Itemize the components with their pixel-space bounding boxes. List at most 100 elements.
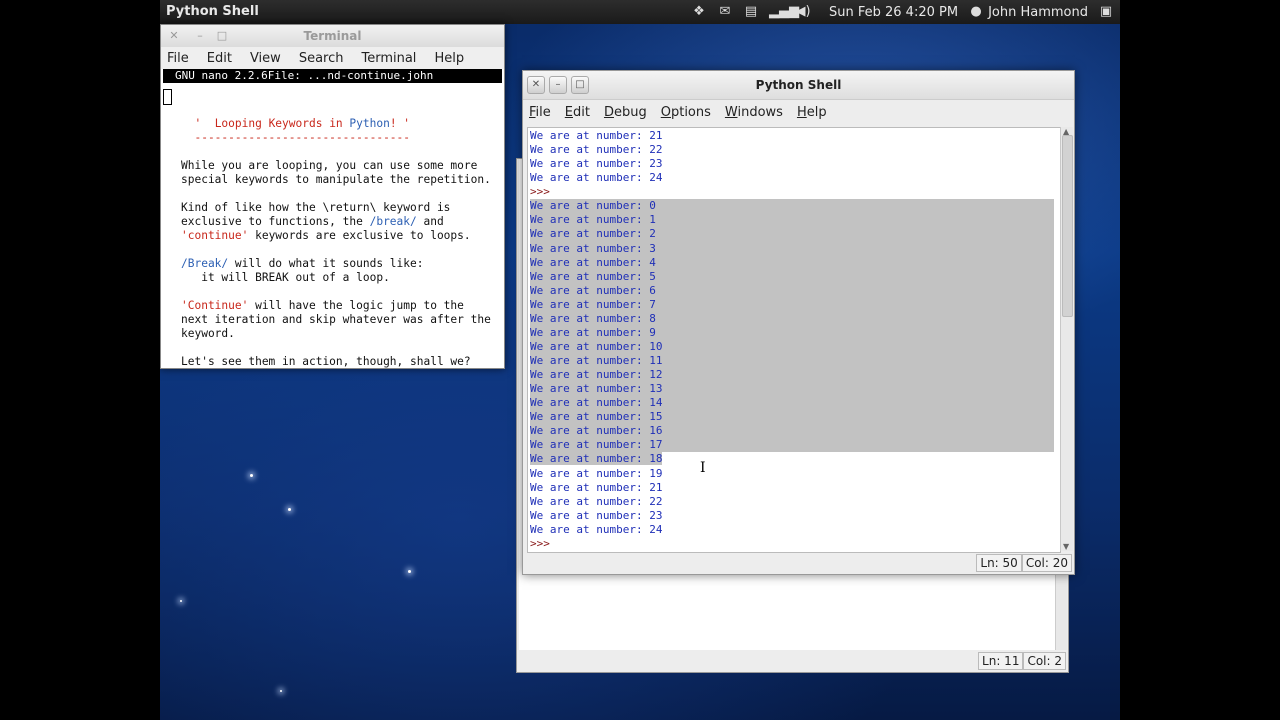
- desktop: Python Shell ❖ ✉ ▤ ▂▄▆ ◀) Sun Feb 26 4:2…: [160, 0, 1120, 720]
- output-line: We are at number: 22: [530, 494, 663, 508]
- menu-edit[interactable]: Edit: [565, 105, 590, 120]
- user-name[interactable]: John Hammond: [988, 5, 1088, 20]
- output-line-selected: We are at number: 13: [530, 382, 1054, 397]
- line-indicator: Ln: 11: [978, 652, 1024, 670]
- heading-underline: --------------------------------: [181, 131, 411, 144]
- paragraph-line: While you are looping, you can use some …: [181, 159, 478, 172]
- background-status-bar: Ln: 11 Col: 2: [978, 652, 1066, 670]
- output-line-selected: We are at number: 7: [530, 297, 1054, 312]
- output-line-selected: We are at number: 1: [530, 213, 1054, 228]
- mail-icon[interactable]: ✉: [717, 5, 733, 19]
- heading-end: ! ': [389, 117, 411, 130]
- shell-menubar: File Edit Debug Options Windows Help: [523, 100, 1074, 124]
- output-line-selected: We are at number: 14: [530, 396, 1054, 411]
- terminal-window: ✕ – □ Terminal File Edit View Search Ter…: [160, 24, 505, 369]
- paragraph-line: next iteration and skip whatever was aft…: [181, 313, 491, 326]
- line-indicator: Ln: 50: [976, 554, 1022, 572]
- output-line: We are at number: 22: [530, 143, 663, 157]
- output-line-selected: We are at number: 16: [530, 424, 1054, 439]
- paragraph-line: Let's see them in action, though, shall …: [181, 355, 471, 368]
- keyword-break: /Break/: [181, 257, 229, 270]
- menu-file[interactable]: File: [529, 105, 551, 120]
- paragraph-text: will do what it sounds like:: [228, 257, 424, 270]
- heading-quote: ': [181, 117, 215, 130]
- star-decoration: [408, 570, 411, 573]
- menu-help[interactable]: Help: [797, 105, 827, 120]
- menu-search[interactable]: Search: [299, 51, 344, 66]
- output-line-selected: We are at number: 8: [530, 311, 1054, 326]
- text-cursor: [163, 89, 172, 105]
- paragraph-text: and: [416, 215, 444, 228]
- keyword-continue: 'continue': [181, 229, 249, 242]
- output-line-selected: We are at number: 9: [530, 325, 1054, 340]
- star-decoration: [250, 474, 253, 477]
- column-indicator: Col: 2: [1023, 652, 1066, 670]
- volume-icon[interactable]: ◀): [795, 5, 811, 19]
- menu-view[interactable]: View: [250, 51, 281, 66]
- terminal-title: Terminal: [303, 29, 362, 43]
- monitor-icon[interactable]: ▣: [1098, 5, 1114, 19]
- paragraph-text: will have the logic jump to the: [248, 299, 464, 312]
- clock[interactable]: Sun Feb 26 4:20 PM: [829, 5, 958, 20]
- scrollbar-thumb[interactable]: [1062, 135, 1073, 317]
- shell-prompt: >>>: [530, 185, 550, 199]
- output-line-selected: We are at number: 5: [530, 269, 1054, 284]
- nano-editor-text[interactable]: ' Looping Keywords in Python! ' --------…: [161, 83, 504, 383]
- output-line-selected: We are at number: 12: [530, 368, 1054, 383]
- signal-icon[interactable]: ▂▄▆: [769, 5, 799, 19]
- output-line-selected: We are at number: 11: [530, 354, 1054, 369]
- column-indicator: Col: 20: [1021, 554, 1072, 572]
- shell-output-area[interactable]: We are at number: 21 We are at number: 22…: [527, 127, 1061, 553]
- output-line-selected: We are at number: 2: [530, 227, 1054, 242]
- heading-text: Looping Keywords in: [214, 117, 350, 130]
- active-app-name[interactable]: Python Shell: [166, 4, 259, 19]
- menu-windows[interactable]: Windows: [725, 105, 783, 120]
- star-decoration: [180, 600, 182, 602]
- python-shell-window: ✕ – □ Python Shell File Edit Debug Optio…: [522, 70, 1075, 575]
- keyword-break: /break/: [369, 215, 417, 228]
- shell-titlebar[interactable]: ✕ – □ Python Shell: [523, 71, 1074, 100]
- output-line-selected: We are at number: 10: [530, 339, 1054, 354]
- paragraph-line: keyword.: [181, 327, 235, 340]
- paragraph-line: special keywords to manipulate the repet…: [181, 173, 491, 186]
- user-icon: ●: [970, 4, 982, 19]
- menu-edit[interactable]: Edit: [207, 51, 232, 66]
- nano-status-bar: GNU nano 2.2.6File: ...nd-continue.john: [163, 69, 502, 83]
- shell-title: Python Shell: [755, 78, 842, 92]
- dropbox-icon[interactable]: ❖: [691, 5, 707, 19]
- menu-help[interactable]: Help: [434, 51, 464, 66]
- output-line: We are at number: 21: [530, 129, 663, 142]
- shell-output-lines: We are at number: 21 We are at number: 22…: [528, 128, 1060, 551]
- output-line-selected: We are at number: 18: [530, 452, 663, 466]
- output-line: We are at number: 24: [530, 522, 663, 536]
- terminal-menubar: File Edit View Search Terminal Help: [161, 47, 504, 69]
- menu-file[interactable]: File: [167, 51, 189, 66]
- output-line-selected: We are at number: 0: [530, 199, 1054, 214]
- output-line-selected: We are at number: 4: [530, 255, 1054, 270]
- output-line-selected: We are at number: 15: [530, 410, 1054, 425]
- output-line-selected: We are at number: 3: [530, 241, 1054, 256]
- paragraph-line: Kind of like how the \return\ keyword is: [181, 201, 451, 214]
- star-decoration: [288, 508, 291, 511]
- scroll-down-icon[interactable]: ▼: [1063, 542, 1069, 551]
- shell-scrollbar[interactable]: ▲ ▼: [1060, 127, 1073, 551]
- terminal-titlebar[interactable]: ✕ – □ Terminal: [161, 25, 504, 47]
- paragraph-text: keywords are exclusive to loops.: [248, 229, 471, 242]
- shell-prompt: >>>: [530, 536, 550, 550]
- output-line: We are at number: 23: [530, 157, 663, 171]
- menu-debug[interactable]: Debug: [604, 105, 647, 120]
- heading-python: Python: [349, 117, 390, 130]
- clipboard-icon[interactable]: ▤: [743, 5, 759, 19]
- system-tray: ❖ ✉ ▤ ▂▄▆ ◀) Sun Feb 26 4:20 PM ● John H…: [691, 0, 1114, 24]
- menu-options[interactable]: Options: [661, 105, 711, 120]
- output-line: We are at number: 19: [530, 466, 663, 480]
- menu-terminal[interactable]: Terminal: [361, 51, 416, 66]
- keyword-continue: 'Continue': [181, 299, 249, 312]
- paragraph-line: it will BREAK out of a loop.: [181, 271, 390, 284]
- output-line-selected: We are at number: 6: [530, 283, 1054, 298]
- output-line-selected: We are at number: 17: [530, 438, 1054, 453]
- paragraph-line: exclusive to functions, the: [181, 215, 370, 228]
- output-line: We are at number: 24: [530, 171, 663, 185]
- ibeam-cursor-icon: I: [700, 460, 706, 476]
- output-line: We are at number: 23: [530, 508, 663, 522]
